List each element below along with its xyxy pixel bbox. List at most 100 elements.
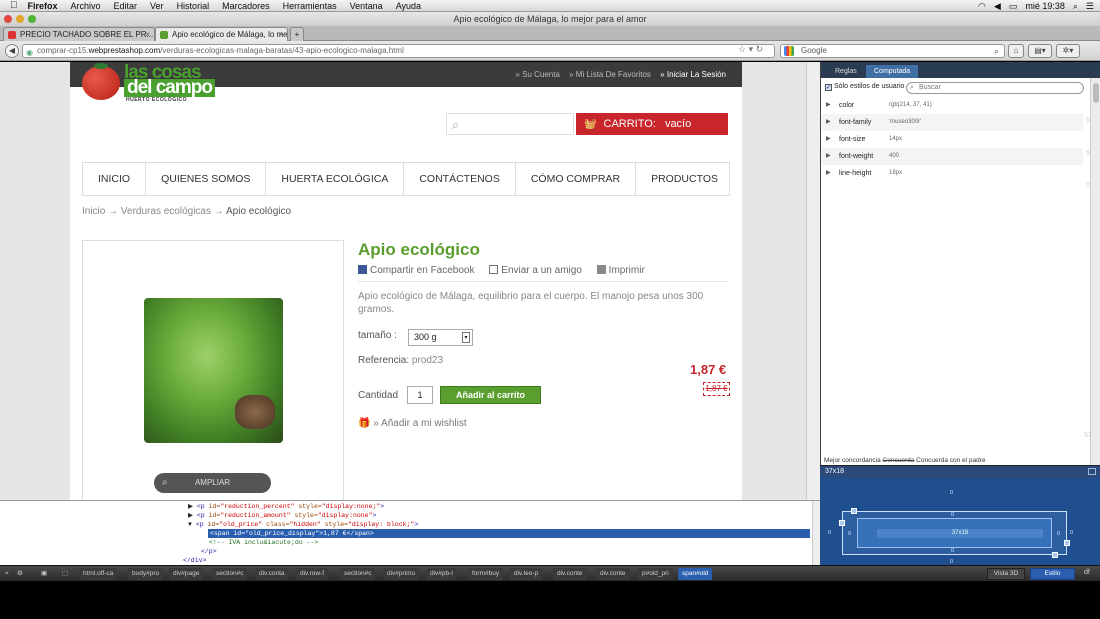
wifi-icon[interactable]: ◠ [978, 1, 986, 12]
margin-top-value[interactable]: 0 [950, 490, 953, 496]
html-scrollbar[interactable] [812, 501, 820, 566]
search-icon[interactable]: ⌕ [452, 117, 459, 133]
cart-box[interactable]: 🧺 CARRITO: vacío [576, 113, 728, 135]
size-select[interactable]: 300 g ▾ [408, 329, 473, 346]
dropdown-icon[interactable]: ▾ [749, 44, 754, 54]
print-link[interactable]: Imprimir [596, 265, 651, 276]
crumb-p-old-price[interactable]: p#old_pri [638, 568, 673, 580]
prop-row-font-size[interactable]: ▶ font-size 14px [821, 131, 1083, 148]
menu-item-quienes-somos[interactable]: QUIENES SOMOS [146, 163, 267, 195]
crumb-div-conte[interactable]: div.conte [596, 568, 630, 580]
prop-row-color[interactable]: ▶ color rgb(214, 37, 41) [821, 97, 1083, 114]
search-bar[interactable]: Google ⌕ [780, 44, 1005, 58]
prop-row-font-family[interactable]: ▶ font-family 'museo300r' [821, 114, 1083, 131]
expand-icon[interactable]: ▶ [826, 165, 831, 182]
menu-marcadores[interactable]: Marcadores [222, 1, 270, 11]
menu-ventana[interactable]: Ventana [350, 1, 383, 11]
inspect-icon[interactable]: ⬚ [62, 568, 68, 580]
tab-precio-tachado[interactable]: PRECIO TACHADO SOBRE EL PR... × [3, 27, 155, 41]
home-button[interactable]: ⌂ [1008, 44, 1024, 58]
crumb-div-conte[interactable]: div.conte [553, 568, 587, 580]
border-bottom-value[interactable]: 0 [951, 548, 954, 554]
volume-icon[interactable]: ◀ [994, 1, 1001, 12]
menu-editar[interactable]: Editar [114, 1, 138, 11]
box-toggle-icon[interactable] [1088, 468, 1096, 475]
crumb-div-page[interactable]: div#page [169, 568, 204, 580]
product-image[interactable] [144, 298, 283, 443]
crumb-form-buy[interactable]: form#buy [468, 568, 504, 580]
add-to-cart-button[interactable]: Añadir al carrito [440, 386, 541, 404]
link-lista-favoritos[interactable]: » Mi Lista De Favoritos [569, 70, 651, 79]
crumb-div-leo[interactable]: div.leo-p [510, 568, 543, 580]
html-line[interactable]: ▶ <p id="reduction_percent" style="displ… [188, 502, 384, 511]
crumb-html[interactable]: html.off-ca [79, 568, 118, 580]
close-devtools-icon[interactable]: × [5, 568, 9, 580]
google-icon[interactable] [784, 46, 794, 56]
menu-archivo[interactable]: Archivo [71, 1, 101, 11]
link-iniciar-sesion[interactable]: » Iniciar La Sesión [660, 70, 726, 79]
border-right-value[interactable]: 0 [1057, 531, 1060, 537]
new-tab-button[interactable]: + [290, 27, 304, 41]
send-friend-link[interactable]: Enviar a un amigo [489, 265, 588, 276]
crumb-div-row[interactable]: div.row-f [296, 568, 329, 580]
expand-icon[interactable]: ▶ [826, 148, 831, 165]
view-3d-button[interactable]: Vista 3D [987, 568, 1025, 580]
expand-icon[interactable]: ▶ [826, 97, 831, 114]
prop-row-line-height[interactable]: ▶ line-height 18px [821, 165, 1083, 182]
menu-item-contactenos[interactable]: CONTÁCTENOS [404, 163, 516, 195]
firebug-button[interactable]: ✲▾ [1056, 44, 1080, 58]
prop-row-font-weight[interactable]: ▶ font-weight 400 [821, 148, 1083, 165]
html-line[interactable]: <!-- IVA inclu&iacute;do --> [209, 538, 318, 547]
style-button[interactable]: Estilo [1030, 568, 1075, 580]
html-line[interactable]: </div> [183, 556, 206, 565]
expand-icon[interactable]: ▶ [826, 114, 831, 131]
tab-computada[interactable]: Computada [866, 65, 919, 78]
back-button[interactable]: ◀ [5, 44, 19, 58]
star-icon[interactable]: ☆ [738, 44, 746, 54]
close-tab-icon[interactable]: × [145, 28, 150, 41]
scroll-thumb[interactable] [1093, 83, 1099, 103]
html-line-selected[interactable]: <span id="old_price_display">1,87 €</spa… [208, 529, 810, 538]
resize-handle[interactable] [839, 520, 845, 526]
html-line[interactable]: </p> [201, 547, 217, 556]
site-search-input[interactable]: ⌕ [446, 113, 574, 135]
breadcrumb-verduras[interactable]: Verduras ecológicas [121, 206, 211, 217]
crumb-div-conta[interactable]: div.conta [255, 568, 289, 580]
crumb-span-selected[interactable]: span#old [678, 568, 713, 580]
breadcrumb-inicio[interactable]: Inicio [82, 206, 105, 217]
resize-handle[interactable] [1064, 540, 1070, 546]
list-icon[interactable]: ☰ [1086, 1, 1094, 12]
page-scrollbar[interactable] [806, 62, 820, 500]
menu-item-como-comprar[interactable]: CÓMO COMPRAR [516, 163, 637, 195]
menu-ver[interactable]: Ver [150, 1, 164, 11]
url-bar[interactable]: ◉ comprar-cp15.webprestashop.com/verdura… [22, 44, 775, 58]
crumb-section[interactable]: section#c [340, 568, 376, 580]
checkbox-icon[interactable]: ✓ [825, 84, 832, 91]
styles-scrollbar[interactable] [1090, 78, 1100, 465]
link-su-cuenta[interactable]: » Su Cuenta [515, 70, 559, 79]
site-logo[interactable]: las cosas del campo HUERTO ECOLÓGICO [82, 63, 222, 103]
crumb-body[interactable]: body#pro [128, 568, 164, 580]
close-tab-icon[interactable]: × [278, 28, 283, 41]
margin-right-value[interactable]: 0 [1070, 530, 1073, 536]
apple-icon[interactable]:  [10, 0, 18, 11]
zoom-window-icon[interactable] [28, 15, 36, 23]
close-window-icon[interactable] [4, 15, 12, 23]
wishlist-link[interactable]: 🎁 » Añadir a mi wishlist [358, 418, 467, 429]
crumb-div-primu[interactable]: div#primu [383, 568, 420, 580]
menu-item-huerta-ecologica[interactable]: HUERTA ECOLÓGICA [266, 163, 405, 195]
reload-icon[interactable]: ↻ [756, 44, 764, 54]
search-icon[interactable]: ⌕ [994, 45, 999, 57]
tab-reglas[interactable]: Reglas [827, 65, 865, 78]
menu-herramientas[interactable]: Herramientas [283, 1, 337, 11]
expand-icon[interactable]: ▶ [826, 131, 831, 148]
menu-historial[interactable]: Historial [177, 1, 210, 11]
resize-handle[interactable] [851, 508, 857, 514]
battery-icon[interactable]: ▭ [1009, 1, 1018, 12]
html-line[interactable]: ▼ <p id="old_price" class="hidden" style… [188, 520, 418, 529]
margin-left-value[interactable]: 0 [828, 530, 831, 536]
styles-filter-input[interactable]: ⌕ Buscar [906, 82, 1084, 94]
bookmarks-button[interactable]: ▤▾ [1028, 44, 1052, 58]
menu-app[interactable]: Firefox [28, 1, 58, 11]
menu-item-inicio[interactable]: INICIO [83, 163, 147, 195]
